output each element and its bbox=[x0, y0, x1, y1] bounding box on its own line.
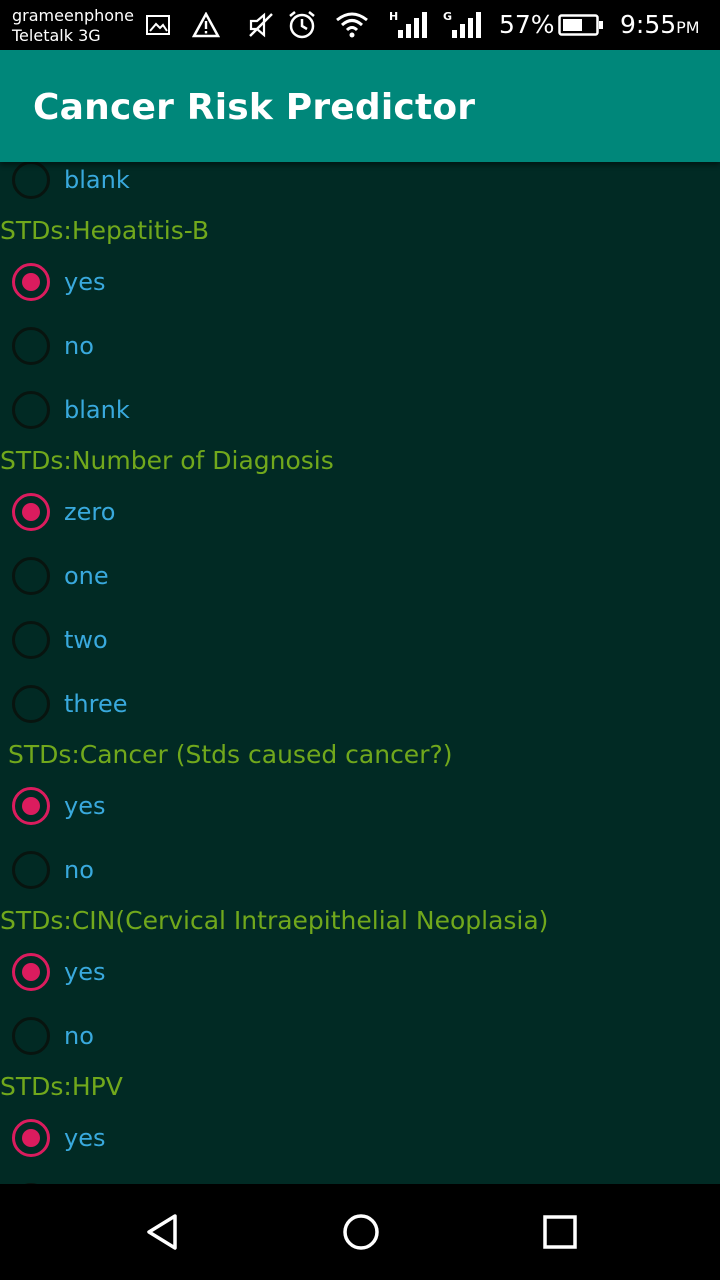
navigation-bar bbox=[0, 1184, 720, 1280]
radio-button[interactable] bbox=[12, 953, 50, 991]
radio-option-label: yes bbox=[64, 792, 106, 820]
radio-button[interactable] bbox=[12, 493, 50, 531]
radio-option[interactable]: yes bbox=[0, 944, 720, 1000]
radio-option-label: zero bbox=[64, 498, 116, 526]
radio-option-label: yes bbox=[64, 1124, 106, 1152]
radio-button[interactable] bbox=[12, 685, 50, 723]
radio-option-label: no bbox=[64, 856, 94, 884]
clock-suffix: PM bbox=[676, 18, 700, 37]
radio-option-label: two bbox=[64, 626, 108, 654]
radio-option-label: blank bbox=[64, 166, 130, 194]
radio-option[interactable]: yes bbox=[0, 254, 720, 310]
signal-icon: G bbox=[442, 10, 482, 40]
radio-option-label: blank bbox=[64, 396, 130, 424]
radio-button[interactable] bbox=[12, 1017, 50, 1055]
radio-option[interactable]: yes bbox=[0, 778, 720, 834]
signal-icon: H bbox=[388, 10, 428, 40]
radio-option-label: yes bbox=[64, 268, 106, 296]
radio-option-label: three bbox=[64, 690, 128, 718]
home-icon[interactable] bbox=[341, 1212, 381, 1252]
question-label: STDs:Number of Diagnosis bbox=[0, 446, 334, 475]
radio-option[interactable]: one bbox=[0, 548, 720, 604]
radio-option[interactable]: zero bbox=[0, 484, 720, 540]
wifi-icon bbox=[335, 10, 369, 40]
question-label: STDs:Hepatitis-B bbox=[0, 216, 210, 245]
radio-button[interactable] bbox=[12, 1119, 50, 1157]
alarm-icon bbox=[287, 10, 317, 40]
radio-option-label: no bbox=[64, 1022, 94, 1050]
battery-icon bbox=[558, 10, 604, 40]
warning-icon bbox=[191, 10, 221, 40]
radio-button[interactable] bbox=[12, 327, 50, 365]
radio-button[interactable] bbox=[12, 557, 50, 595]
radio-option[interactable]: blank bbox=[0, 162, 720, 208]
clock-time: 9:55 bbox=[620, 10, 677, 39]
radio-option-label: yes bbox=[64, 958, 106, 986]
app-title: Cancer Risk Predictor bbox=[33, 87, 476, 128]
network-type-label: G bbox=[443, 10, 452, 23]
radio-option[interactable]: three bbox=[0, 676, 720, 732]
radio-option[interactable]: no bbox=[0, 842, 720, 898]
radio-option[interactable] bbox=[0, 1174, 720, 1184]
radio-option[interactable]: yes bbox=[0, 1110, 720, 1166]
app-bar: Cancer Risk Predictor bbox=[0, 50, 720, 162]
radio-option[interactable]: no bbox=[0, 1008, 720, 1064]
radio-button[interactable] bbox=[12, 263, 50, 301]
question-label: STDs:HPV bbox=[0, 1072, 123, 1101]
carrier-name-primary: grameenphone bbox=[12, 6, 135, 25]
back-icon[interactable] bbox=[143, 1212, 183, 1252]
radio-button[interactable] bbox=[12, 851, 50, 889]
recents-icon[interactable] bbox=[540, 1212, 580, 1252]
clock: 9:55PM bbox=[620, 10, 700, 40]
image-icon bbox=[143, 10, 173, 40]
radio-button[interactable] bbox=[12, 391, 50, 429]
radio-option[interactable]: two bbox=[0, 612, 720, 668]
network-type-label: H bbox=[389, 10, 398, 23]
radio-button[interactable] bbox=[12, 162, 50, 199]
radio-button[interactable] bbox=[12, 787, 50, 825]
mute-icon bbox=[246, 10, 276, 40]
status-bar: grameenphone Teletalk 3G H G 57% 9:55PM bbox=[0, 0, 720, 50]
radio-option[interactable]: no bbox=[0, 318, 720, 374]
question-label: STDs:Cancer (Stds caused cancer?) bbox=[0, 740, 453, 769]
radio-option-label: one bbox=[64, 562, 109, 590]
radio-option[interactable]: blank bbox=[0, 382, 720, 438]
question-label: STDs:CIN(Cervical Intraepithelial Neopla… bbox=[0, 906, 549, 935]
carrier-name-secondary: Teletalk 3G bbox=[12, 26, 101, 45]
radio-button[interactable] bbox=[12, 621, 50, 659]
radio-option-label: no bbox=[64, 332, 94, 360]
battery-percent: 57% bbox=[499, 10, 555, 39]
form-scroll-area[interactable]: blank STDs:Hepatitis-B yes no blank STDs… bbox=[0, 162, 720, 1184]
